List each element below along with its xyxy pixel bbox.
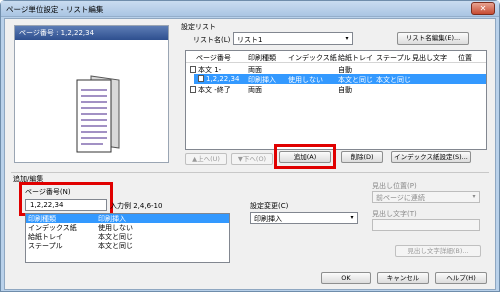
page-number-input[interactable]: 1,2,22,34: [25, 199, 107, 211]
list-item[interactable]: ステープル 本文と同じ: [26, 241, 229, 250]
col-staple: ステープル: [376, 54, 411, 62]
preview-page-number: ページ番号 : 1,2,22,34: [15, 26, 168, 40]
col-index-paper: インデックス紙: [288, 54, 337, 62]
document-icon: [198, 75, 204, 82]
title-bar: ページ単位設定 - リスト編集 ✕: [1, 1, 499, 17]
document-icon: [190, 66, 196, 73]
col-paper-tray: 給紙トレイ: [338, 54, 373, 62]
page-preview: ページ番号 : 1,2,22,34: [14, 25, 169, 163]
chevron-down-icon: ▾: [345, 35, 349, 42]
divider: [11, 172, 489, 173]
heading-text-detail-button[interactable]: 見出し文字詳細(B)...: [395, 245, 481, 257]
settings-summary-list[interactable]: 印刷種類 印刷挿入 インデックス紙 使用しない 給紙トレイ 本文と同じ ステープ…: [25, 213, 230, 263]
heading-position-combobox[interactable]: 前ページに連続 ▾: [372, 191, 480, 203]
chevron-down-icon: ▾: [350, 214, 354, 221]
setting-change-value: 印刷挿入: [254, 215, 282, 223]
col-heading-text: 見出し文字: [412, 54, 447, 62]
heading-position-value: 前ページに連続: [376, 194, 425, 202]
list-name-edit-button[interactable]: リスト名編集(E)...: [397, 32, 469, 45]
close-button[interactable]: ✕: [471, 2, 495, 15]
table-row-selected[interactable]: 1,2,22,34 印刷挿入 使用しない 本文と同じ 本文と同じ: [194, 74, 486, 84]
list-name-value: リスト1: [237, 36, 263, 44]
setting-list-table[interactable]: ページ番号 印刷種類 インデックス紙 給紙トレイ ステープル 見出し文字 位置 …: [185, 50, 487, 150]
page-number-value: 1,2,22,34: [30, 201, 64, 209]
list-name-combobox[interactable]: リスト1 ▾: [233, 32, 353, 45]
table-row[interactable]: 本文 1- 両面 自動: [186, 64, 486, 74]
page-number-label: ページ番号(N): [25, 188, 71, 196]
move-up-button[interactable]: ▲上へ(U): [185, 153, 227, 165]
list-item-selected[interactable]: 印刷種類 印刷挿入: [26, 214, 229, 223]
setting-list-label: 設定リスト: [181, 23, 216, 31]
list-name-label: リスト名(L): [193, 36, 231, 44]
setting-change-combobox[interactable]: 印刷挿入 ▾: [250, 212, 358, 224]
dialog-body: ページ番号 : 1,2,22,34 設定リスト リスト名(L) リスト1 ▾ リ…: [4, 18, 496, 290]
list-item[interactable]: 給紙トレイ 本文と同じ: [26, 232, 229, 241]
add-button[interactable]: 追加(A): [279, 151, 331, 163]
chevron-down-icon: ▾: [472, 193, 476, 200]
row-tray: 自動: [338, 86, 352, 94]
heading-position-label: 見出し位置(P): [372, 182, 417, 190]
heading-text-input[interactable]: [372, 219, 480, 231]
table-header: ページ番号 印刷種類 インデックス紙 給紙トレイ ステープル 見出し文字 位置: [186, 51, 486, 63]
cancel-button[interactable]: キャンセル: [377, 272, 429, 284]
help-button[interactable]: ヘルプ(H): [435, 272, 487, 284]
document-page-icon: [76, 75, 120, 153]
col-position: 位置: [458, 54, 472, 62]
table-row[interactable]: 本文 -終了 両面 自動: [186, 84, 486, 94]
row-print: 両面: [248, 86, 262, 94]
row-page: 本文 -終了: [190, 85, 231, 95]
setting-change-label: 設定変更(C): [250, 202, 289, 210]
col-print-type: 印刷種類: [248, 54, 276, 62]
document-icon: [190, 86, 196, 93]
heading-text-label: 見出し文字(T): [372, 210, 417, 218]
col-page-number: ページ番号: [196, 54, 231, 62]
row-page: 1,2,22,34: [198, 75, 239, 83]
ok-button[interactable]: OK: [321, 272, 371, 284]
delete-button[interactable]: 削除(D): [341, 151, 383, 163]
list-item[interactable]: インデックス紙 使用しない: [26, 223, 229, 232]
dialog-window: ページ単位設定 - リスト編集 ✕ ページ番号 : 1,2,22,34 設定リス…: [0, 0, 500, 292]
index-paper-settings-button[interactable]: インデックス紙設定(S)...: [391, 151, 471, 163]
move-down-button[interactable]: ▼下へ(O): [231, 153, 273, 165]
window-title: ページ単位設定 - リスト編集: [6, 5, 104, 14]
input-example-text: 入力例 2,4,6-10: [110, 202, 163, 210]
